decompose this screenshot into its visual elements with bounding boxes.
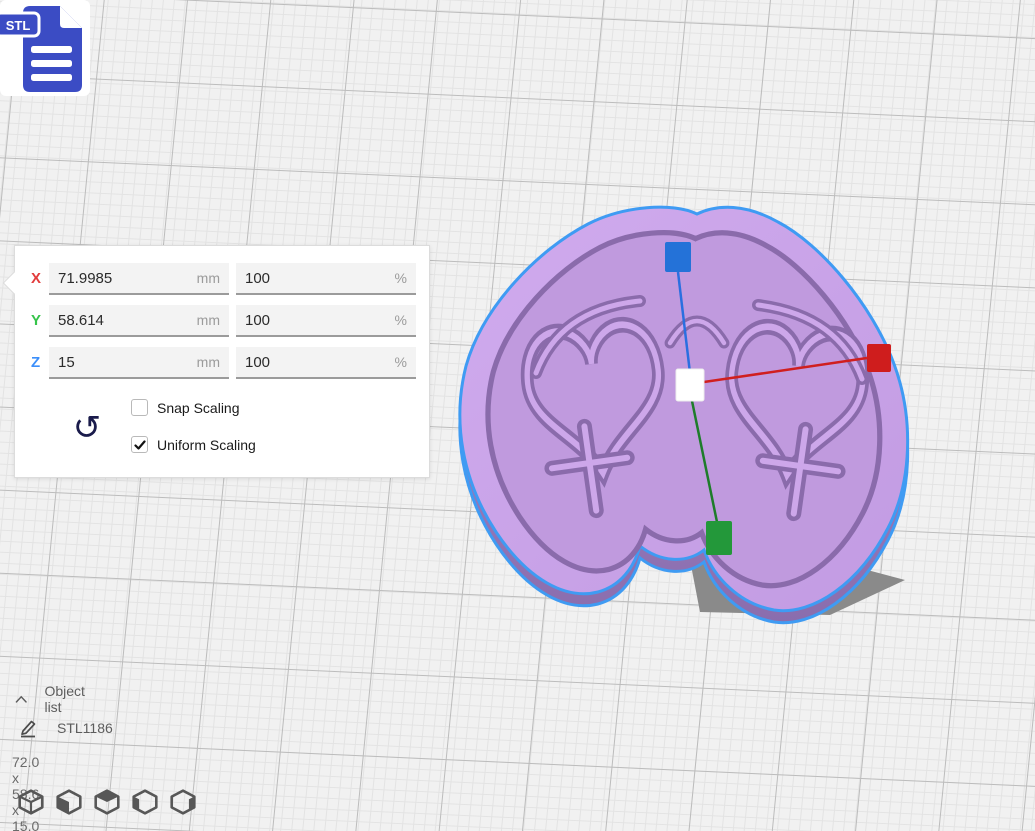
y-size-value: 58.614 — [58, 312, 104, 329]
y-axis-label: Y — [31, 312, 49, 329]
snap-scaling-label: Snap Scaling — [157, 400, 240, 416]
scale-row-z: Z 15 mm 100 % — [15, 347, 429, 379]
reset-scale-button[interactable]: ↺ — [67, 406, 107, 450]
x-size-unit: mm — [197, 270, 220, 286]
object-list-header[interactable]: Object list — [15, 683, 89, 715]
uniform-scale-handle[interactable] — [676, 369, 704, 401]
view-top-icon[interactable] — [92, 788, 121, 817]
z-size-input[interactable]: 15 mm — [49, 347, 229, 379]
y-percent-input[interactable]: 100 % — [236, 305, 416, 337]
checkmark-icon — [134, 439, 146, 451]
x-size-value: 71.9985 — [58, 270, 112, 287]
scale-tool-panel: X 71.9985 mm 100 % Y 58.614 mm 100 % Z — [14, 245, 430, 478]
y-size-input[interactable]: 58.614 mm — [49, 305, 229, 337]
y-scale-handle[interactable] — [706, 521, 732, 555]
pencil-icon — [18, 718, 38, 738]
x-axis-label: X — [31, 270, 49, 287]
x-scale-handle[interactable] — [867, 344, 891, 372]
uniform-scaling-checkbox[interactable] — [131, 436, 148, 453]
snap-scaling-checkbox[interactable] — [131, 399, 148, 416]
x-percent-value: 100 — [245, 270, 270, 287]
view-right-icon[interactable] — [168, 788, 197, 817]
application-window: STL X 71.9985 mm 100 % Y 58.614 mm 100 — [0, 0, 1035, 831]
z-percent-input[interactable]: 100 % — [236, 347, 416, 379]
x-percent-input[interactable]: 100 % — [236, 263, 416, 295]
y-percent-unit: % — [395, 312, 407, 328]
z-percent-value: 100 — [245, 354, 270, 371]
object-list-item[interactable]: STL1186 — [18, 718, 113, 738]
snap-scaling-option: Snap Scaling — [131, 399, 240, 416]
object-name: STL1186 — [57, 720, 113, 736]
scale-row-y: Y 58.614 mm 100 % — [15, 305, 429, 337]
view-left-icon[interactable] — [130, 788, 159, 817]
stl-badge-label: STL — [6, 18, 31, 33]
x-size-input[interactable]: 71.9985 mm — [49, 263, 229, 295]
y-percent-value: 100 — [245, 312, 270, 329]
camera-view-toolbar — [16, 788, 197, 817]
uniform-scaling-option: Uniform Scaling — [131, 436, 256, 453]
x-percent-unit: % — [395, 270, 407, 286]
chevron-up-icon — [15, 693, 27, 705]
view-3d-icon[interactable] — [16, 788, 45, 817]
stl-file-icon: STL — [0, 0, 92, 103]
z-size-unit: mm — [197, 354, 220, 370]
view-front-icon[interactable] — [54, 788, 83, 817]
z-scale-handle[interactable] — [665, 242, 691, 272]
z-percent-unit: % — [395, 354, 407, 370]
reset-icon: ↺ — [73, 408, 102, 448]
z-axis-label: Z — [31, 354, 49, 371]
y-size-unit: mm — [197, 312, 220, 328]
model-3d-view[interactable] — [448, 196, 920, 626]
object-list-title: Object list — [44, 683, 89, 715]
uniform-scaling-label: Uniform Scaling — [157, 437, 256, 453]
scale-row-x: X 71.9985 mm 100 % — [15, 263, 429, 295]
z-size-value: 15 — [58, 354, 75, 371]
